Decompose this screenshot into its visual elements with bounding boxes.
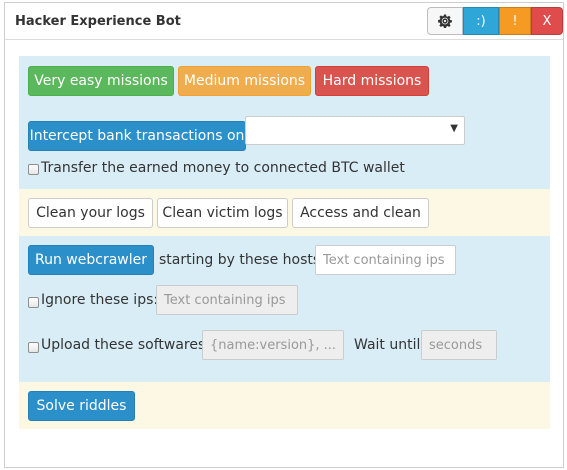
settings-button[interactable] — [427, 7, 463, 35]
upload-softwares-checkbox[interactable] — [28, 342, 39, 353]
window-title: Hacker Experience Bot — [15, 14, 181, 29]
medium-missions-button[interactable]: Medium missions — [178, 66, 311, 96]
warning-button[interactable]: ! — [499, 7, 531, 35]
wait-until-label: Wait until — [354, 337, 421, 353]
close-button[interactable]: X — [531, 7, 563, 35]
chevron-down-icon: ▼ — [450, 123, 458, 134]
logs-panel: Clean your logs Clean victim logs Access… — [19, 189, 550, 236]
access-and-clean-button[interactable]: Access and clean — [292, 198, 429, 228]
ignore-ips-label: Ignore these ips: — [41, 292, 159, 308]
run-webcrawler-button[interactable]: Run webcrawler — [28, 245, 154, 275]
ignore-ips-checkbox[interactable] — [28, 297, 39, 308]
very-easy-missions-button[interactable]: Very easy missions — [28, 66, 174, 96]
hosts-input[interactable] — [315, 245, 456, 275]
hard-missions-button[interactable]: Hard missions — [315, 66, 429, 96]
transfer-btc-checkbox[interactable] — [28, 164, 39, 175]
upload-softwares-input[interactable] — [202, 330, 344, 360]
solve-riddles-button[interactable]: Solve riddles — [28, 391, 135, 421]
clean-victim-logs-button[interactable]: Clean victim logs — [157, 198, 288, 228]
clean-your-logs-button[interactable]: Clean your logs — [28, 198, 153, 228]
starting-hosts-label: starting by these hosts: — [159, 252, 325, 268]
riddles-panel: Solve riddles — [19, 382, 550, 429]
missions-panel: Very easy missions Medium missions Hard … — [19, 56, 550, 189]
upload-softwares-label: Upload these softwares: — [41, 337, 210, 353]
bank-select[interactable]: ▼ — [245, 116, 465, 145]
intercept-bank-button[interactable]: Intercept bank transactions on — [28, 121, 246, 151]
ignore-ips-input[interactable] — [156, 285, 298, 315]
smile-button[interactable]: :) — [463, 7, 499, 35]
wait-seconds-input[interactable] — [421, 330, 497, 360]
titlebar: Hacker Experience Bot :) ! X — [5, 3, 563, 40]
transfer-btc-label: Transfer the earned money to connected B… — [41, 160, 405, 176]
gear-icon — [438, 14, 452, 28]
bot-window: Hacker Experience Bot :) ! X Very easy m… — [4, 2, 564, 468]
webcrawler-panel: Run webcrawler starting by these hosts: … — [19, 236, 550, 382]
